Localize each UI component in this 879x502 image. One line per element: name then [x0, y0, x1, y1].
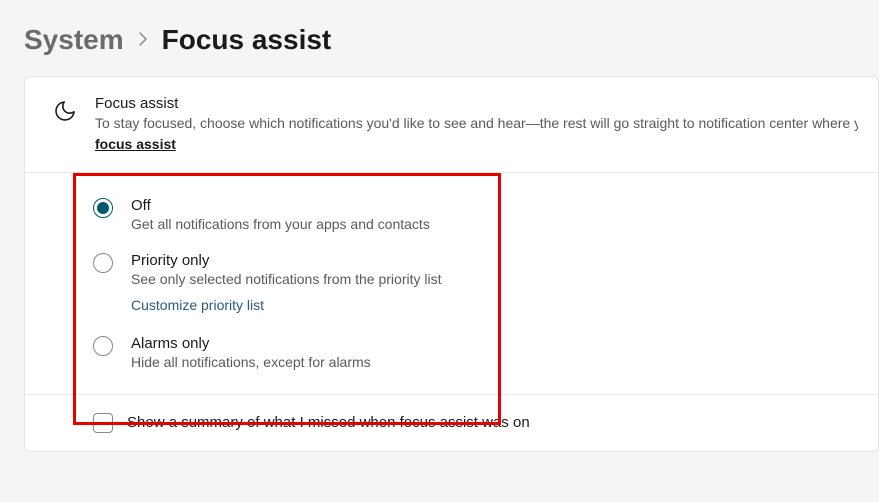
radio-label: Alarms only — [131, 335, 878, 352]
breadcrumb-current: Focus assist — [162, 24, 332, 56]
header-text: Focus assist To stay focused, choose whi… — [95, 95, 858, 154]
breadcrumb: System Focus assist — [0, 0, 879, 76]
radio-content: Priority only See only selected notifica… — [131, 252, 878, 315]
summary-checkbox-row[interactable]: Show a summary of what I missed when foc… — [25, 395, 878, 451]
summary-checkbox[interactable] — [93, 413, 113, 433]
radio-input-alarms[interactable] — [93, 336, 113, 356]
focus-mode-radio-group: Off Get all notifications from your apps… — [25, 173, 878, 395]
radio-content: Alarms only Hide all notifications, exce… — [131, 335, 878, 370]
summary-checkbox-label: Show a summary of what I missed when foc… — [127, 414, 530, 431]
radio-option-alarms[interactable]: Alarms only Hide all notifications, exce… — [93, 325, 878, 380]
radio-description: See only selected notifications from the… — [131, 271, 878, 287]
settings-card: Focus assist To stay focused, choose whi… — [24, 76, 879, 452]
chevron-right-icon — [138, 30, 148, 51]
breadcrumb-parent[interactable]: System — [24, 24, 124, 56]
radio-input-off[interactable] — [93, 198, 113, 218]
radio-description: Hide all notifications, except for alarm… — [131, 354, 878, 370]
focus-assist-help-link[interactable]: focus assist — [95, 136, 176, 152]
card-header: Focus assist To stay focused, choose whi… — [25, 77, 878, 173]
radio-description: Get all notifications from your apps and… — [131, 216, 878, 232]
header-description: To stay focused, choose which notificati… — [95, 114, 858, 134]
radio-label: Off — [131, 197, 878, 214]
radio-option-off[interactable]: Off Get all notifications from your apps… — [93, 187, 878, 242]
moon-icon — [53, 99, 77, 123]
radio-label: Priority only — [131, 252, 878, 269]
radio-option-priority[interactable]: Priority only See only selected notifica… — [93, 242, 878, 325]
radio-input-priority[interactable] — [93, 253, 113, 273]
header-title: Focus assist — [95, 95, 858, 112]
radio-content: Off Get all notifications from your apps… — [131, 197, 878, 232]
customize-priority-list-link[interactable]: Customize priority list — [131, 297, 264, 313]
radio-section: Off Get all notifications from your apps… — [25, 173, 878, 451]
